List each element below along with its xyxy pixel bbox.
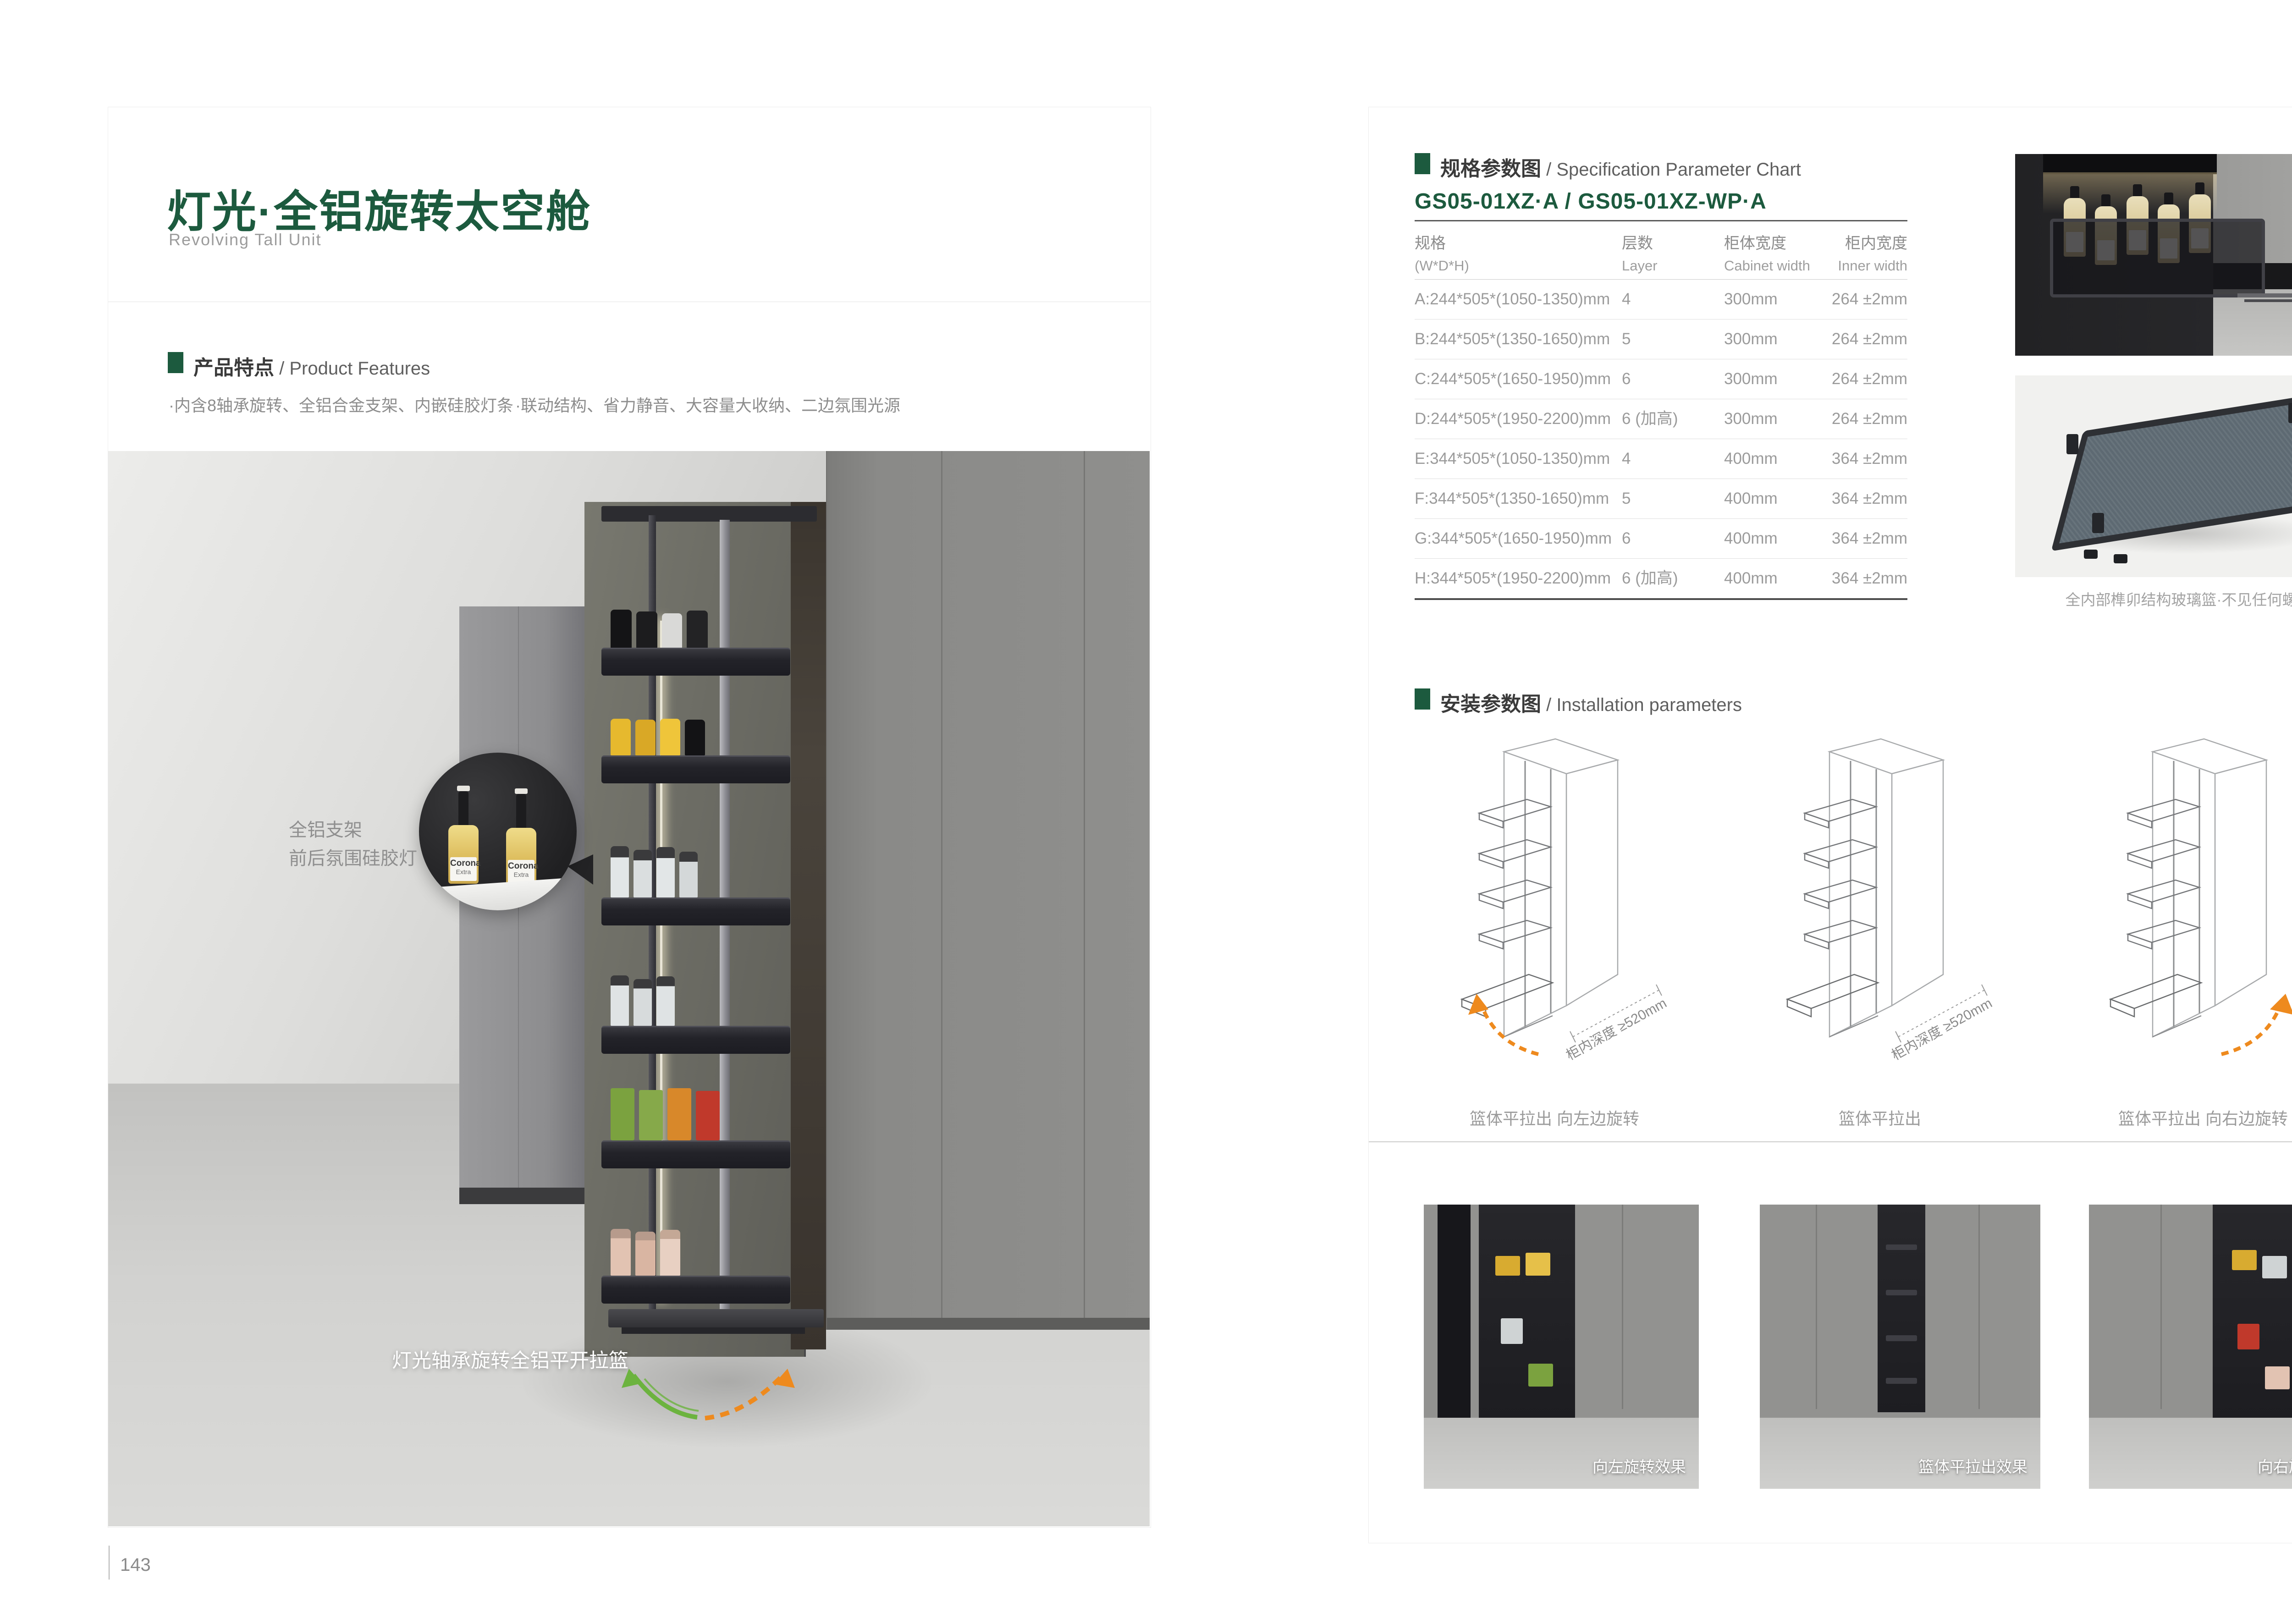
bottle-graphic: CoronaExtra <box>506 788 536 886</box>
toe-kick <box>459 1188 584 1204</box>
basket-tray <box>601 897 790 925</box>
tray-items <box>611 1228 785 1276</box>
table-row: C:244*505*(1650-1950)mm6300mm264 ±2mm <box>1415 359 1907 399</box>
footer-rule-left <box>109 1546 110 1580</box>
glass-shelf <box>419 877 577 910</box>
feature-bullet: ·联动结构、省力静音、大容量大收纳、二边氛围光源 <box>515 392 900 416</box>
tray-items <box>611 609 785 648</box>
effect-photo-caption: 篮体平拉出效果 <box>1918 1454 2028 1477</box>
cabinet-right-panels <box>826 451 1150 1330</box>
section-divider <box>1369 1141 2292 1142</box>
basket-tray <box>601 1140 790 1168</box>
svg-text:柜内深度 ≥520mm: 柜内深度 ≥520mm <box>1889 996 1994 1063</box>
table-row: D:244*505*(1950-2200)mm6 (加高)300mm264 ±2… <box>1415 399 1907 439</box>
upper-shelf <box>2043 154 2217 174</box>
panel-seam <box>941 451 942 1330</box>
effect-photo-pullout: 篮体平拉出效果 <box>1760 1205 2040 1489</box>
rotation-arrows <box>590 1345 810 1432</box>
mounting-clip <box>2084 550 2098 559</box>
spec-table: 规格(W*D*H) 层数Layer 柜体宽度Cabinet width 柜内宽度… <box>1415 220 1907 600</box>
toe-kick <box>827 1318 1150 1330</box>
basket-tray <box>601 1026 790 1054</box>
table-header-row: 规格(W*D*H) 层数Layer 柜体宽度Cabinet width 柜内宽度… <box>1415 221 1907 280</box>
slide-rail <box>2237 293 2292 297</box>
svg-text:柜内深度 ≥520mm: 柜内深度 ≥520mm <box>1564 996 1669 1063</box>
table-row: B:244*505*(1350-1650)mm5300mm264 ±2mm <box>1415 319 1907 359</box>
spec-heading-zh: 规格参数图 <box>1440 158 1541 180</box>
glass-basket <box>2050 219 2265 297</box>
install-heading-zh: 安装参数图 <box>1440 693 1541 716</box>
install-heading-en: / Installation parameters <box>1541 695 1742 715</box>
section-marker-icon <box>1415 688 1430 710</box>
basket-tray <box>601 1276 790 1304</box>
pullout-rail <box>608 1309 824 1327</box>
hero-photo: CoronaExtra CoronaExtra 全铝支架 前后氛围硅胶灯 灯光轴… <box>108 451 1150 1526</box>
page-subtitle: Revolving Tall Unit <box>169 230 321 249</box>
effect-photo-right-rotate: 向右旋转效果 <box>2089 1205 2292 1489</box>
install-diagram-straight: 柜内深度 ≥520mm <box>1754 731 2006 1079</box>
section-marker-icon <box>168 352 183 373</box>
diagram-caption: 篮体平拉出 向左边旋转 <box>1428 1106 1680 1129</box>
slide-rail <box>2244 299 2292 302</box>
page-number-left: 143 <box>120 1555 151 1575</box>
unit-top-hardware <box>601 506 817 522</box>
feature-bullet: ·内含8轴承旋转、全铝合金支架、内嵌硅胶灯条 <box>169 392 513 416</box>
bottle-graphic: CoronaExtra <box>448 786 479 884</box>
install-diagram-left-rotate: 柜内深度 ≥520mm <box>1428 731 1680 1079</box>
tray-items <box>611 1086 785 1140</box>
model-number: GS05-01XZ·A / GS05-01XZ-WP·A <box>1415 189 1767 214</box>
photo-caption: 全内部榫卯结构玻璃篮·不见任何螺丝 <box>2015 588 2292 610</box>
tray-items <box>611 974 785 1026</box>
tray-items <box>611 844 785 897</box>
basket-tray <box>601 755 790 783</box>
table-row: H:344*505*(1950-2200)mm6 (加高)400mm364 ±2… <box>1415 559 1907 600</box>
table-row: F:344*505*(1350-1650)mm5400mm364 ±2mm <box>1415 479 1907 519</box>
table-row: A:244*505*(1050-1350)mm4300mm264 ±2mm <box>1415 280 1907 319</box>
callout-annotation: 全铝支架 前后氛围硅胶灯 <box>289 816 417 873</box>
product-photo-basket <box>2015 375 2292 577</box>
install-diagram-right-rotate <box>2077 731 2292 1079</box>
tray-items <box>611 718 785 755</box>
features-heading: 产品特点 / Product Features <box>193 351 430 380</box>
panel-seam <box>1084 451 1085 1330</box>
spec-heading-en: / Specification Parameter Chart <box>1541 160 1801 180</box>
features-heading-zh: 产品特点 <box>193 357 274 379</box>
basket-tray <box>601 648 790 676</box>
pullout-rail-lower <box>622 1327 805 1334</box>
cabinet-recess <box>791 502 826 1349</box>
mounting-clip <box>2114 554 2127 563</box>
catalog-page-left: 灯光·全铝旋转太空舱 Revolving Tall Unit 产品特点 / Pr… <box>108 107 1151 1528</box>
detail-callout: CoronaExtra CoronaExtra <box>419 753 577 910</box>
table-row: G:344*505*(1650-1950)mm6400mm364 ±2mm <box>1415 519 1907 559</box>
spec-heading: 规格参数图 / Specification Parameter Chart <box>1440 152 1801 182</box>
effect-photo-caption: 向右旋转效果 <box>2258 1454 2292 1477</box>
catalog-page-right: 规格参数图 / Specification Parameter Chart GS… <box>1368 107 2292 1543</box>
section-marker-icon <box>1415 153 1430 174</box>
table-row: E:344*505*(1050-1350)mm4400mm364 ±2mm <box>1415 439 1907 479</box>
effect-photo-caption: 向左旋转效果 <box>1592 1454 1686 1477</box>
features-heading-en: / Product Features <box>274 358 430 379</box>
product-photo-pullout <box>2015 154 2292 356</box>
effect-photo-left-rotate: 向左旋转效果 <box>1424 1205 1699 1489</box>
diagram-caption: 篮体平拉出 <box>1754 1106 2006 1129</box>
diagram-caption: 篮体平拉出 向右边旋转 <box>2077 1106 2292 1129</box>
install-heading: 安装参数图 / Installation parameters <box>1440 688 1742 717</box>
